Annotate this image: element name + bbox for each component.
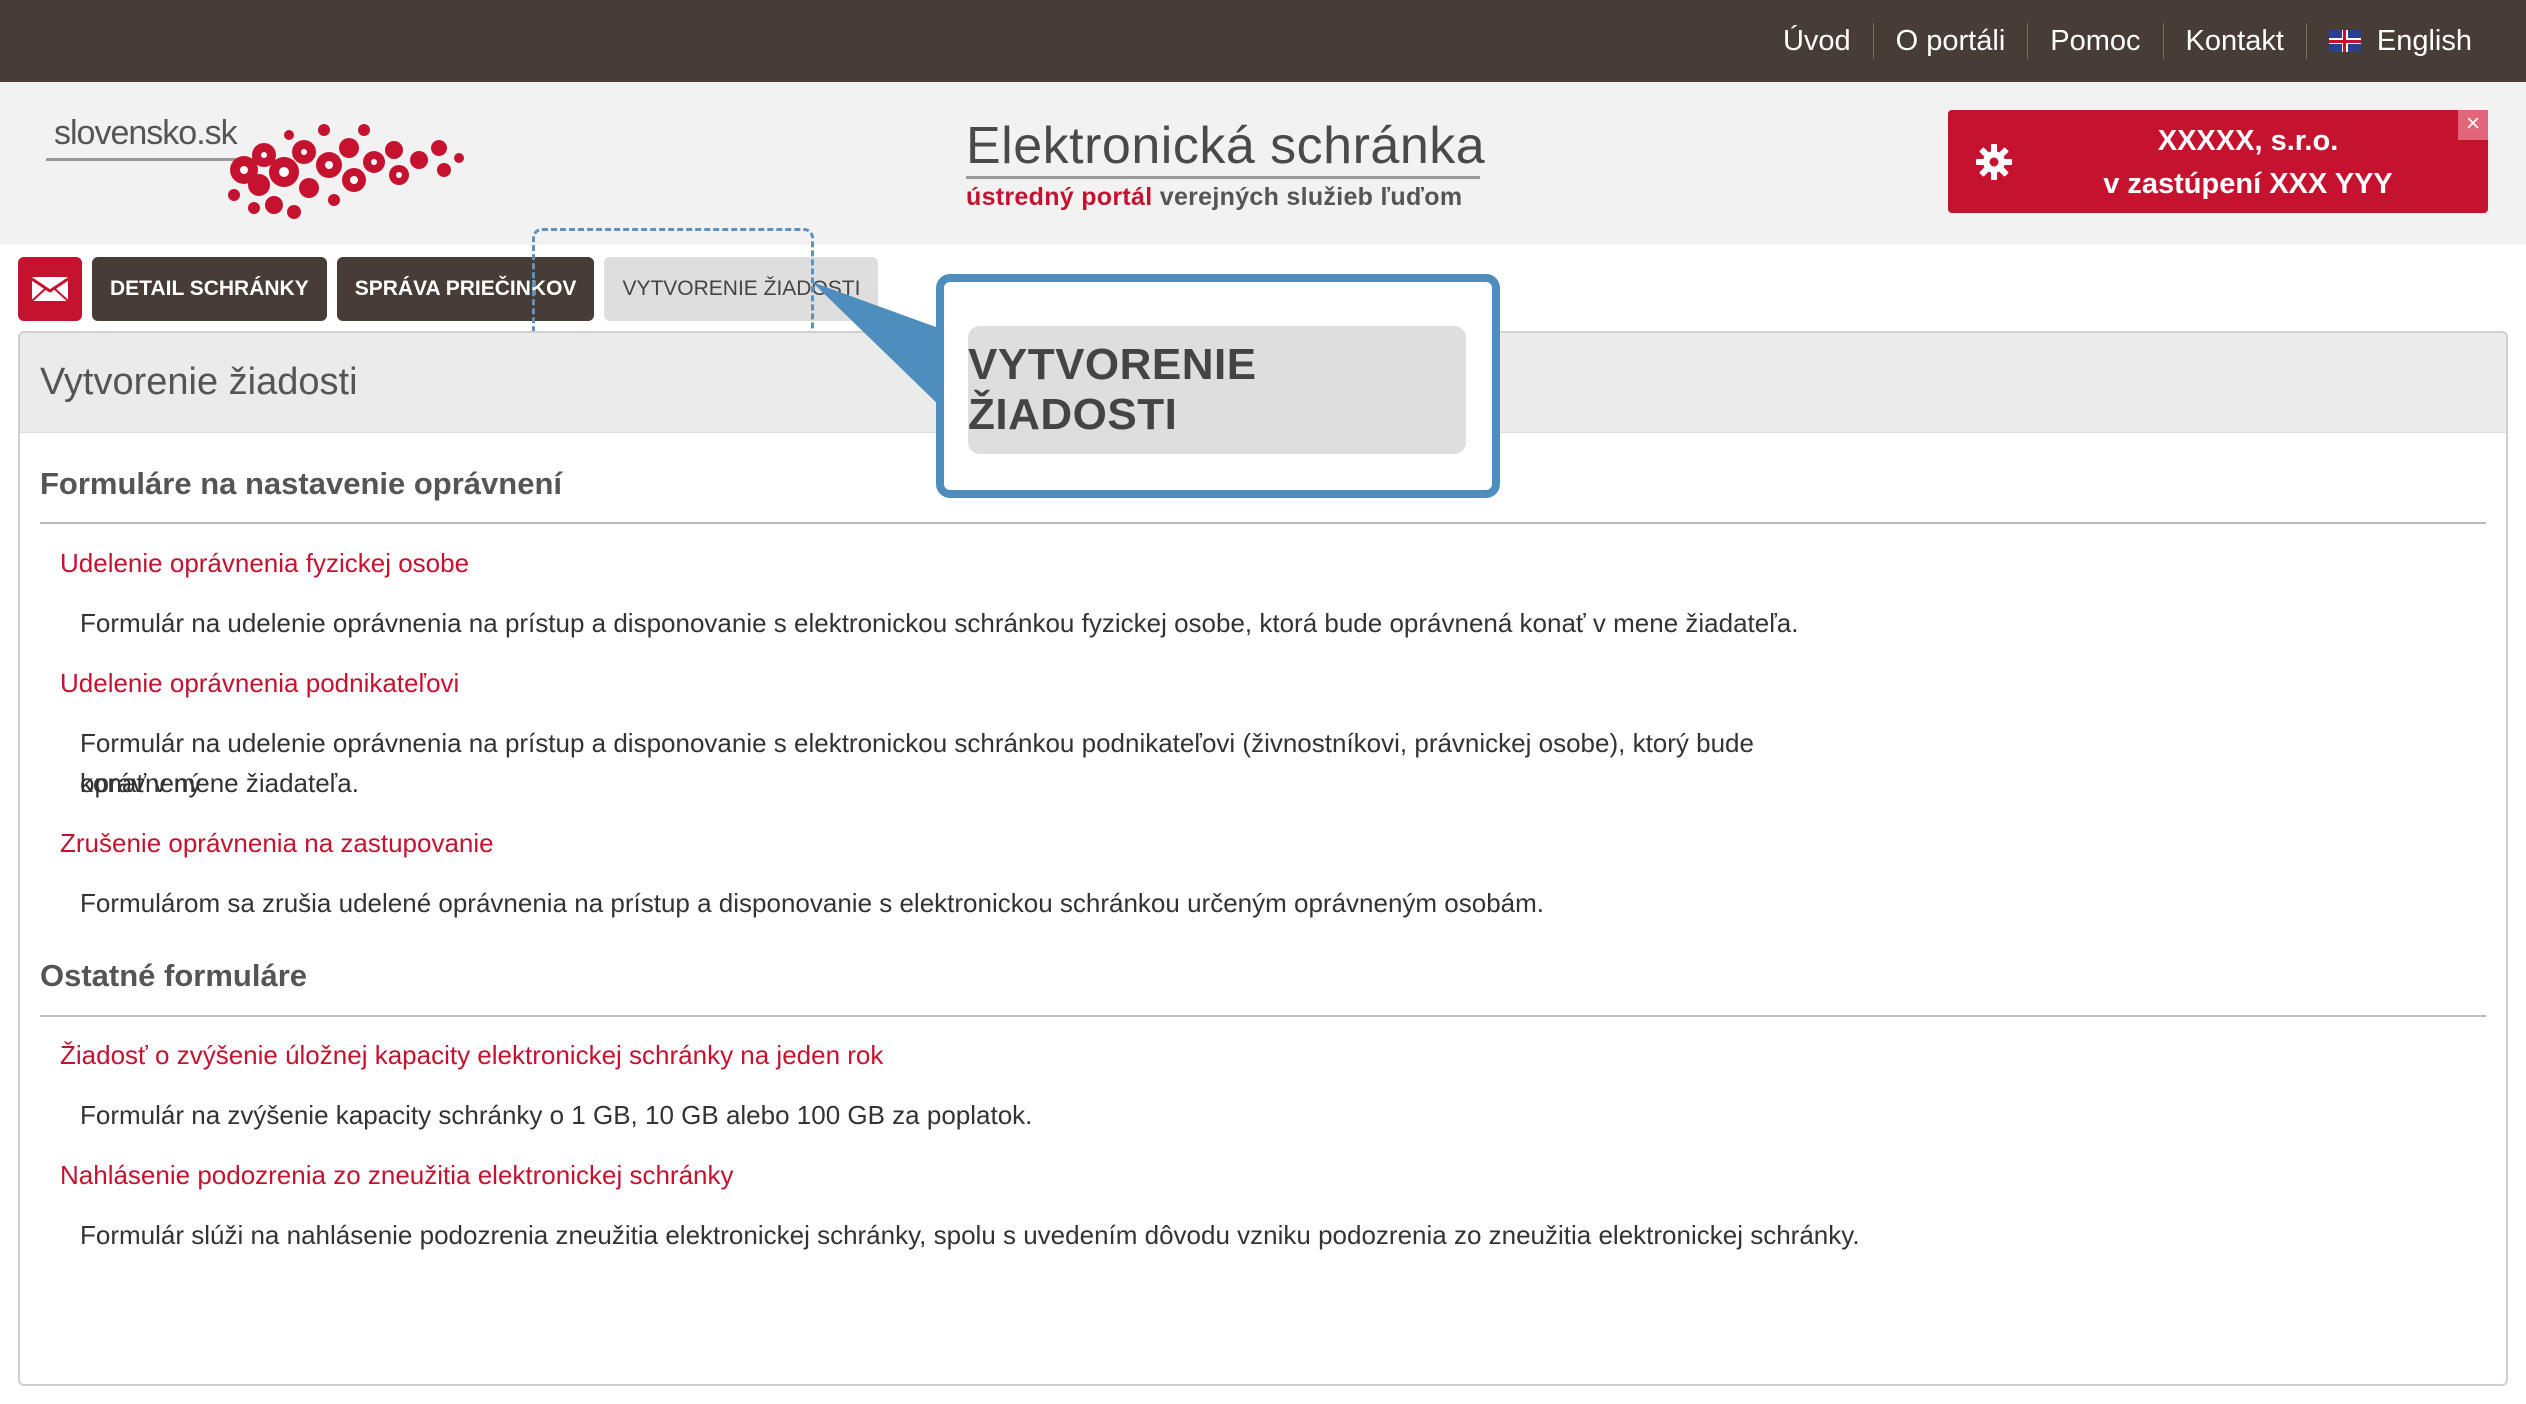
user-company: XXXXX, s.r.o. [2157,125,2339,157]
user-account-box[interactable]: XXXXX, s.r.o. v zastúpení XXX YYY × [1948,110,2488,213]
section-divider [40,522,2486,524]
zoom-callout: VYTVORENIE ŽIADOSTI [936,274,1500,498]
envelope-icon [31,277,69,302]
language-label: English [2376,24,2472,57]
nav-pomoc[interactable]: Pomoc [2028,25,2162,58]
desc-revoke-permission: Formulárom sa zrušia udelené oprávnenia … [80,888,1545,918]
link-grant-permission-business[interactable]: Udelenie oprávnenia podnikateľovi [60,668,459,699]
close-icon[interactable]: × [2458,110,2488,140]
desc-report-misuse: Formulár slúži na nahlásenie podozrenia … [80,1220,1860,1250]
title-rule [966,176,1480,179]
section-divider [40,1015,2486,1017]
top-nav: Úvod O portáli Pomoc Kontakt English [1761,0,2494,82]
subtitle-red: ústredný portál [966,183,1153,211]
nav-uvod[interactable]: Úvod [1761,25,1873,58]
desc-grant-permission-person: Formulár na udelenie oprávnenia na príst… [80,608,1799,638]
site-title-block: Elektronická schránka ústredný portál ve… [966,116,1486,212]
gear-icon[interactable] [1974,142,2014,182]
slovakia-map-ornament-icon [228,124,464,219]
nav-kontakt[interactable]: Kontakt [2164,25,2306,58]
language-switch-english[interactable]: English [2307,25,2494,58]
top-navigation-bar: Úvod O portáli Pomoc Kontakt English [0,0,2526,82]
link-increase-capacity[interactable]: Žiadosť o zvýšenie úložnej kapacity elek… [60,1040,883,1071]
site-title: Elektronická schránka [966,117,1486,175]
section-title-permissions: Formuláre na nastavenie oprávnení [40,466,563,501]
page-title: Vytvorenie žiadosti [40,361,358,403]
tab-detail-schranky[interactable]: DETAIL SCHRÁNKY [92,257,327,321]
subtitle-rest: verejných služieb ľuďom [1159,183,1463,211]
user-representative: v zastúpení XXX YYY [2103,168,2393,200]
link-revoke-permission[interactable]: Zrušenie oprávnenia na zastupovanie [60,828,494,859]
mailbox-home-tab[interactable] [18,257,82,321]
site-header: slovensko.sk Elektronická schránka ústre… [0,82,2526,245]
link-report-misuse[interactable]: Nahlásenie podozrenia zo zneužitia elekt… [60,1160,734,1191]
logo-text: slovensko.sk [54,114,238,152]
uk-flag-icon [2328,30,2361,52]
desc-increase-capacity: Formulár na zvýšenie kapacity schránky o… [80,1100,1033,1130]
section-title-other-forms: Ostatné formuláre [40,958,308,993]
desc-grant-permission-business-line2: konať v mene žiadateľa. [80,768,359,798]
link-grant-permission-person[interactable]: Udelenie oprávnenia fyzickej osobe [60,548,469,579]
user-name-block: XXXXX, s.r.o. v zastúpení XXX YYY [2028,120,2468,206]
slovensko-sk-logo[interactable]: slovensko.sk [44,100,464,230]
nav-o-portali[interactable]: O portáli [1874,25,2028,58]
site-subtitle: ústredný portál verejných služieb ľuďom [966,183,1486,212]
callout-create-request-button[interactable]: VYTVORENIE ŽIADOSTI [968,326,1466,454]
tab-highlight-outline [532,228,814,341]
